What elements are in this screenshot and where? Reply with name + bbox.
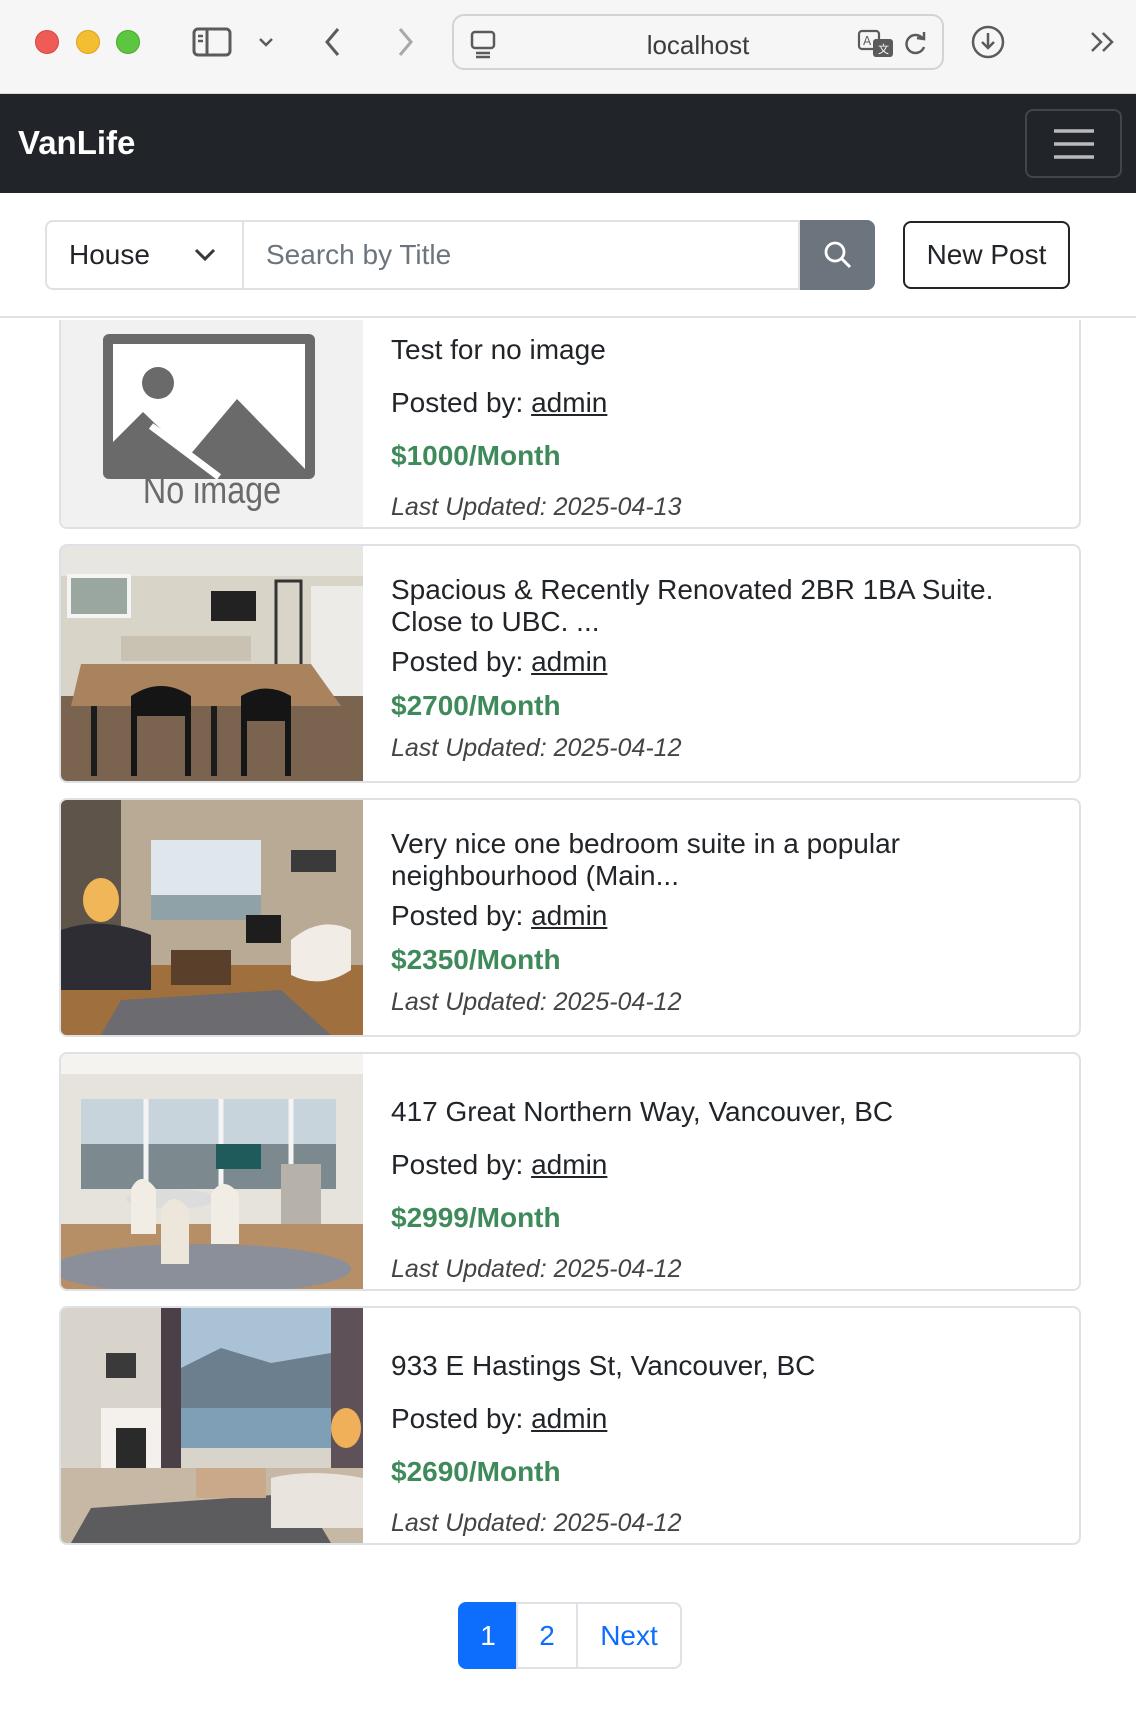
forward-icon[interactable] [390, 22, 420, 62]
category-select[interactable]: House [45, 220, 244, 290]
posted-by: Posted by: admin [391, 387, 607, 419]
listing-title[interactable]: Test for no image [391, 334, 1059, 366]
listing-list: No image Test for no image Posted by: ad… [0, 320, 1136, 1728]
page-2-button[interactable]: 2 [516, 1602, 578, 1669]
listing-card[interactable]: No image Test for no image Posted by: ad… [59, 320, 1081, 529]
listing-title[interactable]: 417 Great Northern Way, Vancouver, BC [391, 1096, 1059, 1128]
listing-card[interactable]: Very nice one bedroom suite in a popular… [59, 798, 1081, 1037]
listing-title[interactable]: Very nice one bedroom suite in a popular… [391, 828, 1059, 892]
no-image-placeholder: No image [61, 320, 363, 527]
listing-price: $1000/Month [391, 440, 561, 471]
posted-by-label: Posted by: [391, 900, 524, 931]
search-placeholder: Search by Title [266, 239, 452, 270]
navbar: VanLife [0, 94, 1136, 193]
listing-body: 933 E Hastings St, Vancouver, BC Posted … [391, 1308, 1059, 1543]
posted-by: Posted by: admin [391, 646, 607, 678]
brand-logo[interactable]: VanLife [18, 124, 135, 162]
address-bar[interactable]: localhost A文 [452, 14, 944, 70]
search-button[interactable] [800, 220, 875, 290]
reload-icon[interactable] [900, 24, 930, 64]
listing-body: Test for no image Posted by: admin $1000… [391, 320, 1059, 527]
listing-photo[interactable] [61, 1308, 363, 1543]
listing-price: $2350/Month [391, 944, 561, 975]
translate-icon[interactable]: A文 [856, 24, 896, 64]
author-link[interactable]: admin [531, 1149, 607, 1180]
search-bar: House Search by Title New Post [0, 193, 1136, 318]
page-1-button[interactable]: 1 [458, 1602, 518, 1669]
posted-by-label: Posted by: [391, 387, 524, 418]
posted-by: Posted by: admin [391, 900, 607, 932]
last-updated: Last Updated: 2025-04-12 [391, 988, 682, 1016]
next-page-button[interactable]: Next [576, 1602, 682, 1669]
category-select-value: House [69, 239, 150, 270]
browser-toolbar: localhost A文 [0, 0, 1136, 94]
no-image-label: No image [142, 470, 282, 512]
svg-text:文: 文 [878, 42, 889, 56]
author-link[interactable]: admin [531, 646, 607, 677]
maximize-window-button[interactable] [116, 30, 140, 54]
author-link[interactable]: admin [531, 900, 607, 931]
chevron-down-icon[interactable] [254, 22, 278, 62]
chevron-down-icon [194, 248, 216, 262]
minimize-window-button[interactable] [76, 30, 100, 54]
listing-body: Spacious & Recently Renovated 2BR 1BA Su… [391, 546, 1059, 781]
hamburger-icon [1053, 128, 1094, 159]
listing-photo[interactable] [61, 800, 363, 1035]
listing-title[interactable]: Spacious & Recently Renovated 2BR 1BA Su… [391, 574, 1059, 638]
last-updated: Last Updated: 2025-04-12 [391, 734, 682, 762]
posted-by: Posted by: admin [391, 1403, 607, 1435]
new-post-button[interactable]: New Post [903, 221, 1070, 289]
last-updated: Last Updated: 2025-04-12 [391, 1509, 682, 1537]
last-updated: Last Updated: 2025-04-13 [391, 493, 682, 521]
author-link[interactable]: admin [531, 1403, 607, 1434]
search-icon [824, 241, 851, 269]
listing-card[interactable]: Spacious & Recently Renovated 2BR 1BA Su… [59, 544, 1081, 783]
author-link[interactable]: admin [531, 387, 607, 418]
last-updated: Last Updated: 2025-04-12 [391, 1255, 682, 1283]
svg-text:A: A [863, 34, 872, 48]
posted-by: Posted by: admin [391, 1149, 607, 1181]
posted-by-label: Posted by: [391, 1149, 524, 1180]
listing-photo[interactable] [61, 546, 363, 781]
more-chevrons-icon[interactable] [1086, 22, 1120, 62]
navbar-toggler-button[interactable] [1025, 109, 1122, 178]
download-icon[interactable] [968, 22, 1008, 62]
listing-price: $2690/Month [391, 1456, 561, 1487]
close-window-button[interactable] [35, 30, 59, 54]
listing-price: $2999/Month [391, 1202, 561, 1233]
listing-card[interactable]: 417 Great Northern Way, Vancouver, BC Po… [59, 1052, 1081, 1291]
posted-by-label: Posted by: [391, 1403, 524, 1434]
listing-body: Very nice one bedroom suite in a popular… [391, 800, 1059, 1035]
listing-price: $2700/Month [391, 690, 561, 721]
back-icon[interactable] [318, 22, 348, 62]
posted-by-label: Posted by: [391, 646, 524, 677]
listing-title[interactable]: 933 E Hastings St, Vancouver, BC [391, 1350, 1059, 1382]
listing-body: 417 Great Northern Way, Vancouver, BC Po… [391, 1054, 1059, 1289]
sidebar-toggle-icon[interactable] [190, 22, 234, 62]
search-group: House Search by Title [45, 220, 875, 290]
pagination: 1 2 Next [458, 1602, 682, 1669]
search-input[interactable]: Search by Title [244, 220, 800, 290]
listing-card[interactable]: 933 E Hastings St, Vancouver, BC Posted … [59, 1306, 1081, 1545]
listing-photo[interactable] [61, 1054, 363, 1289]
